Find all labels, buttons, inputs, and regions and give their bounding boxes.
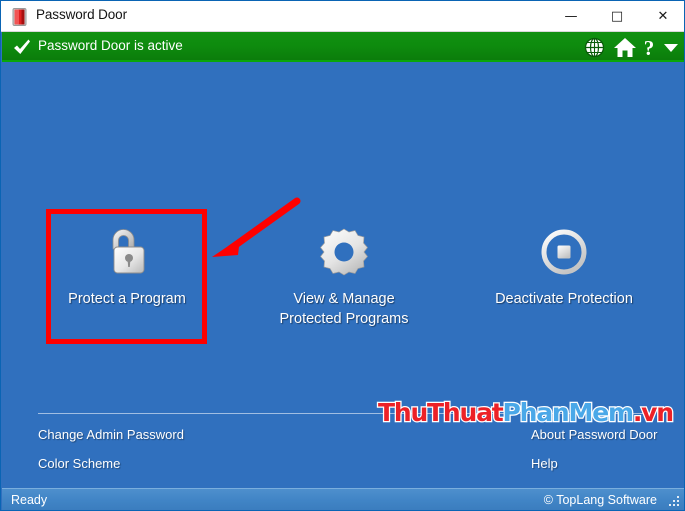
watermark-part1: ThuThuat xyxy=(377,397,505,428)
resize-grip[interactable] xyxy=(668,495,681,508)
watermark-part3: .vn xyxy=(632,397,676,428)
window-title: Password Door xyxy=(36,7,127,22)
tile-label: Deactivate Protection xyxy=(495,291,633,307)
checkmark-icon xyxy=(12,37,32,57)
title-bar: Password Door — □ ✕ xyxy=(1,1,684,32)
active-status-banner: Password Door is active ? xyxy=(2,32,684,62)
watermark-thuthuatphanmem: ThuThuatPhanMem.vn xyxy=(377,397,676,428)
maximize-button[interactable]: □ xyxy=(594,1,640,31)
minimize-icon: — xyxy=(564,8,578,24)
app-icon xyxy=(12,8,28,26)
tile-label: View & Manage Protected Programs xyxy=(279,291,409,327)
maximize-icon: □ xyxy=(610,8,624,24)
link-color-scheme[interactable]: Color Scheme xyxy=(38,456,184,471)
help-question-icon[interactable]: ? xyxy=(640,37,658,58)
help-glyph: ? xyxy=(643,35,655,60)
close-icon: ✕ xyxy=(657,8,669,24)
status-bar-message: Ready xyxy=(11,493,48,507)
link-about-password-door[interactable]: About Password Door xyxy=(531,427,657,442)
watermark-part2: PhanMem xyxy=(501,397,635,428)
password-door-window: Password Door — □ ✕ Password Door is act… xyxy=(0,0,685,511)
minimize-button[interactable]: — xyxy=(548,1,594,31)
status-bar: Ready © TopLang Software xyxy=(2,488,684,510)
status-bar-copyright: © TopLang Software xyxy=(543,493,657,507)
main-content-area: Protect a Program View & Manage Protecte… xyxy=(2,64,684,500)
banner-status-text: Password Door is active xyxy=(38,38,183,53)
annotation-highlight-box xyxy=(46,209,207,344)
link-change-admin-password[interactable]: Change Admin Password xyxy=(38,427,184,442)
link-help[interactable]: Help xyxy=(531,456,657,471)
web-globe-icon[interactable] xyxy=(582,37,606,58)
tile-deactivate-protection[interactable]: Deactivate Protection xyxy=(469,224,659,309)
home-icon[interactable] xyxy=(612,37,638,58)
stop-circle-icon xyxy=(469,224,659,280)
close-button[interactable]: ✕ xyxy=(640,1,684,31)
chevron-down-icon[interactable] xyxy=(661,37,681,58)
annotation-arrow xyxy=(202,189,312,269)
